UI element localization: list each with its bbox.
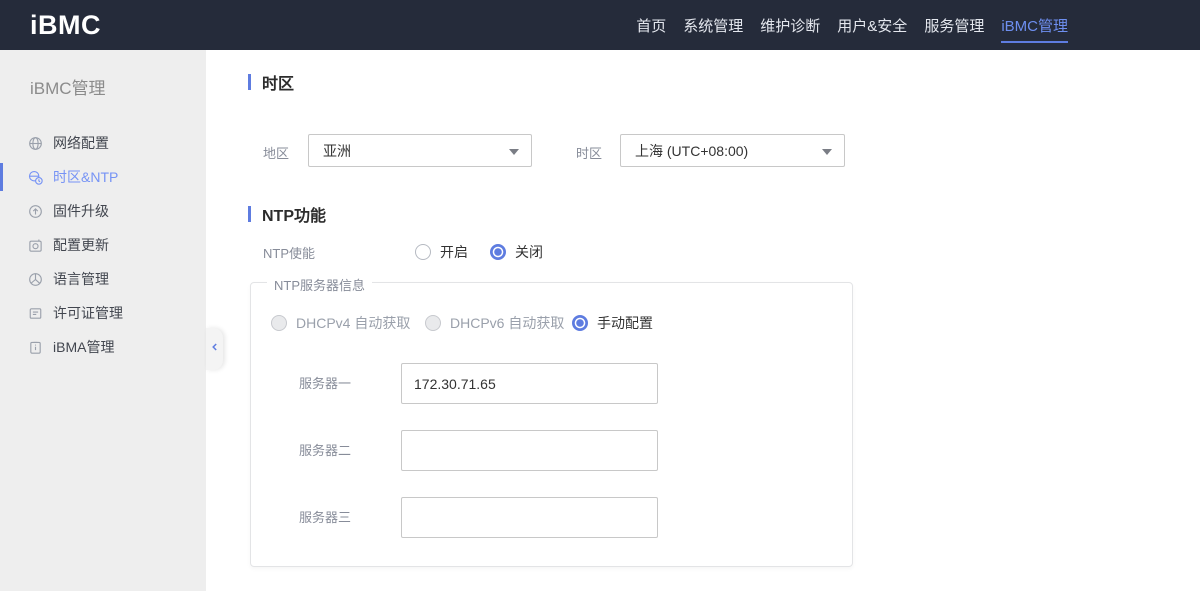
sidebar: iBMC管理 网络配置 时区&NTP 固件升级 配置更新 语言管理 许可证管理 … xyxy=(0,50,206,591)
config-update-icon xyxy=(28,238,43,253)
timezone-section-title: 时区 xyxy=(248,70,294,94)
sidebar-item-firmware-upgrade[interactable]: 固件升级 xyxy=(0,194,206,228)
nav-home[interactable]: 首页 xyxy=(636,0,666,50)
sidebar-collapse-button[interactable] xyxy=(206,328,223,370)
nav-service-management[interactable]: 服务管理 xyxy=(924,0,984,50)
sidebar-item-label: 网络配置 xyxy=(53,135,109,151)
top-nav: 首页 系统管理 维护诊断 用户&安全 服务管理 iBMC管理 xyxy=(636,0,1200,50)
dhcpv4-auto-radio[interactable]: DHCPv4 自动获取 xyxy=(271,313,410,333)
sidebar-item-language-management[interactable]: 语言管理 xyxy=(0,262,206,296)
server-three-input[interactable] xyxy=(401,497,658,538)
sidebar-item-label: 时区&NTP xyxy=(53,169,119,185)
ibmc-screen: iBMC 首页 系统管理 维护诊断 用户&安全 服务管理 iBMC管理 iBMC… xyxy=(0,0,1200,591)
sidebar-item-label: 固件升级 xyxy=(53,203,109,219)
nav-maintenance-diagnosis[interactable]: 维护诊断 xyxy=(760,0,820,50)
sidebar-item-license-management[interactable]: 许可证管理 xyxy=(0,296,206,330)
app-logo[interactable]: iBMC xyxy=(30,10,101,41)
server-two-input[interactable] xyxy=(401,430,658,471)
ntp-enable-on-radio[interactable]: 开启 xyxy=(415,242,468,262)
chevron-down-icon xyxy=(822,149,832,155)
radio-disabled-icon xyxy=(425,315,441,331)
region-select[interactable]: 亚洲 xyxy=(308,134,532,167)
ntp-enable-off-radio[interactable]: 关闭 xyxy=(490,242,543,262)
ntp-server-info-group: NTP服务器信息 DHCPv4 自动获取 DHCPv6 自动获取 手动配置 服务… xyxy=(250,275,853,567)
sidebar-item-label: 语言管理 xyxy=(53,271,109,287)
timezone-select[interactable]: 上海 (UTC+08:00) xyxy=(620,134,845,167)
nav-system-management[interactable]: 系统管理 xyxy=(683,0,743,50)
top-header: iBMC 首页 系统管理 维护诊断 用户&安全 服务管理 iBMC管理 xyxy=(0,0,1200,50)
firmware-upgrade-icon xyxy=(28,204,43,219)
section-accent-bar xyxy=(248,206,251,222)
language-icon xyxy=(28,272,43,287)
sidebar-item-config-update[interactable]: 配置更新 xyxy=(0,228,206,262)
sidebar-item-label: iBMA管理 xyxy=(53,339,115,355)
ibma-icon xyxy=(28,340,43,355)
radio-label: DHCPv4 自动获取 xyxy=(296,315,411,331)
ntp-server-info-legend: NTP服务器信息 xyxy=(267,275,373,294)
dhcpv6-auto-radio[interactable]: DHCPv6 自动获取 xyxy=(425,313,564,333)
radio-label: DHCPv6 自动获取 xyxy=(450,315,565,331)
region-label: 地区 xyxy=(263,146,290,161)
nav-user-security[interactable]: 用户&安全 xyxy=(837,0,907,50)
radio-label: 关闭 xyxy=(515,244,543,260)
radio-disabled-icon xyxy=(271,315,287,331)
radio-label: 开启 xyxy=(440,244,468,260)
server-two-label: 服务器二 xyxy=(299,443,352,458)
ntp-enable-label: NTP使能 xyxy=(263,246,316,261)
sidebar-item-label: 许可证管理 xyxy=(53,305,123,321)
region-select-value: 亚洲 xyxy=(323,142,351,159)
radio-unchecked-icon xyxy=(415,244,431,260)
sidebar-item-label: 配置更新 xyxy=(53,237,109,253)
main-content: 时区 地区 亚洲 时区 上海 (UTC+08:00) NTP功能 NTP使能 开… xyxy=(206,50,1200,591)
section-title-text: 时区 xyxy=(262,76,295,93)
radio-checked-icon xyxy=(572,315,588,331)
network-icon xyxy=(28,136,43,151)
server-one-input[interactable] xyxy=(401,363,658,404)
section-title-text: NTP功能 xyxy=(262,208,327,225)
timezone-select-value: 上海 (UTC+08:00) xyxy=(635,142,749,159)
server-one-label: 服务器一 xyxy=(299,376,352,391)
sidebar-item-timezone-ntp[interactable]: 时区&NTP xyxy=(0,160,206,194)
timezone-label: 时区 xyxy=(576,146,603,161)
chevron-left-icon xyxy=(209,340,221,358)
chevron-down-icon xyxy=(509,149,519,155)
section-accent-bar xyxy=(248,74,251,90)
license-icon xyxy=(28,306,43,321)
timezone-icon xyxy=(28,170,43,185)
radio-label: 手动配置 xyxy=(597,315,653,331)
radio-checked-icon xyxy=(490,244,506,260)
sidebar-item-network-config[interactable]: 网络配置 xyxy=(0,126,206,160)
sidebar-title: iBMC管理 xyxy=(30,79,106,98)
ntp-section-title: NTP功能 xyxy=(248,202,326,226)
manual-config-radio[interactable]: 手动配置 xyxy=(572,313,653,333)
server-three-label: 服务器三 xyxy=(299,510,352,525)
sidebar-item-ibma-management[interactable]: iBMA管理 xyxy=(0,330,206,364)
nav-ibmc-management[interactable]: iBMC管理 xyxy=(1001,0,1068,50)
